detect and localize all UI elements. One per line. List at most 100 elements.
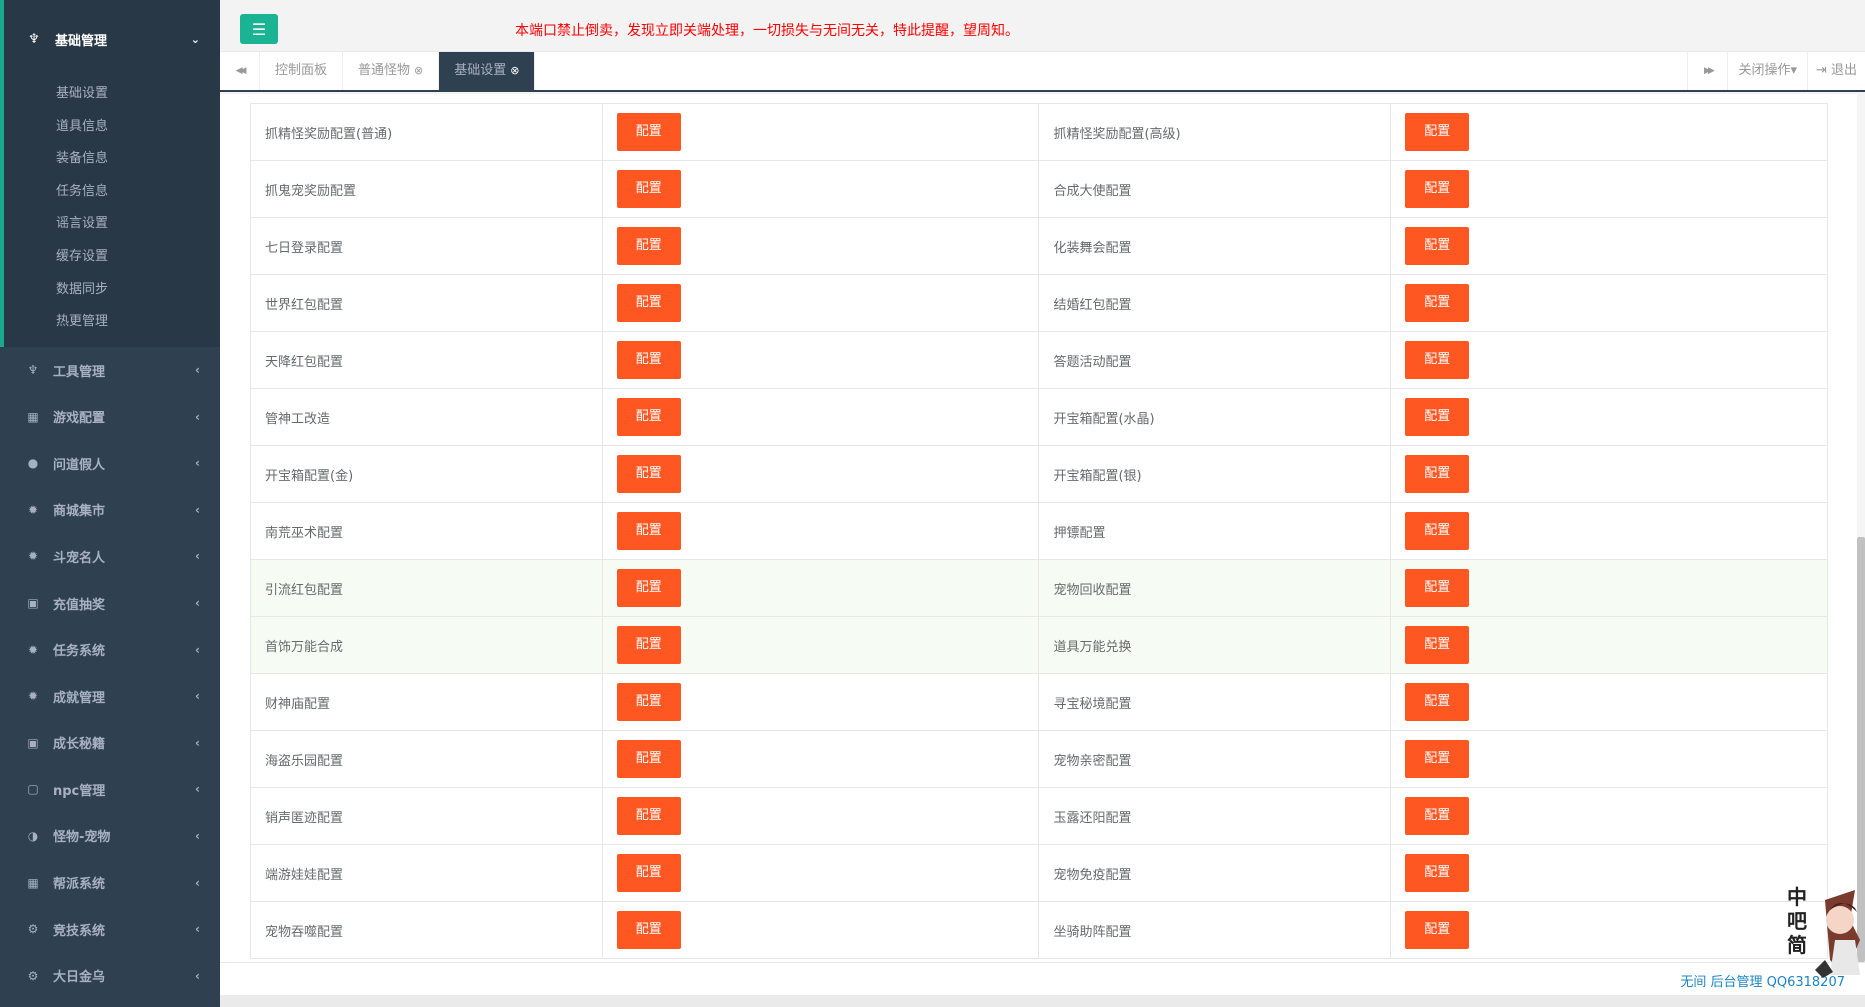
table-row: 引流红包配置 配置 宠物回收配置 配置 [250, 559, 1828, 617]
menu-toggle-button[interactable]: ☰ [240, 14, 278, 44]
money-icon: ▣ [27, 596, 39, 611]
table-row: 七日登录配置 配置 化装舞会配置 配置 [250, 217, 1828, 275]
config-action-cell: 配置 [1390, 844, 1828, 902]
submenu-item[interactable]: 热更管理 [4, 306, 220, 339]
nav-group-item[interactable]: ● 问道假人 ‹ [0, 440, 220, 487]
table-icon: ▦ [27, 875, 39, 890]
nav-group-item[interactable]: ▦ 游戏配置 ‹ [0, 393, 220, 440]
config-button[interactable]: 配置 [1405, 683, 1470, 721]
submenu-item[interactable]: 装备信息 [4, 143, 220, 176]
nav-group-item[interactable]: ▣ 成长秘籍 ‹ [0, 720, 220, 767]
nav-groups: ♆ 工具管理 ‹ ▦ 游戏配置 ‹ ● 问道假人 ‹ ✹ 商城集市 ‹ ✹ 斗宠名人 ‹ ▣ 充值抽奖 ‹ ✹ 任务系… [0, 347, 220, 1007]
nav-group-item[interactable]: ◑ 怪物-宠物 ‹ [0, 813, 220, 860]
chevron-left-icon: ‹ [195, 828, 200, 843]
config-button[interactable]: 配置 [616, 398, 681, 436]
nav-group-item[interactable]: ⚙ 竞技系统 ‹ [0, 906, 220, 953]
submenu-item[interactable]: 基础设置 [4, 78, 220, 111]
nav-group-item[interactable]: ⚙时装系统‹ [0, 999, 220, 1007]
config-button[interactable]: 配置 [1405, 626, 1470, 664]
submenu-item[interactable]: 数据同步 [4, 274, 220, 307]
nav-group-item[interactable]: ⚙ 大日金乌 ‹ [0, 952, 220, 999]
footer-strip [220, 995, 1865, 1007]
vertical-scrollbar[interactable] [1857, 92, 1865, 962]
config-name-cell: 寻宝秘境配置 [1038, 673, 1392, 731]
chevron-left-icon: ‹ [195, 735, 200, 750]
nav-group-item[interactable]: ✹ 任务系统 ‹ [0, 626, 220, 673]
cutlery-icon: ♆ [28, 31, 40, 47]
config-action-cell: 配置 [601, 160, 1040, 218]
config-button[interactable]: 配置 [1405, 911, 1470, 949]
nav-group-item[interactable]: ▢ npc管理 ‹ [0, 766, 220, 813]
table-row: 管神工改造 配置 开宝箱配置(水晶) 配置 [250, 388, 1828, 446]
nav-group-item[interactable]: ✹ 斗宠名人 ‹ [0, 533, 220, 580]
nav-group-label: 大日金乌 [53, 970, 106, 986]
config-button[interactable]: 配置 [616, 683, 681, 721]
config-name-cell: 南荒巫术配置 [250, 502, 603, 560]
config-button[interactable]: 配置 [1405, 227, 1470, 265]
config-button[interactable]: 配置 [616, 455, 681, 493]
config-button[interactable]: 配置 [616, 911, 681, 949]
config-button[interactable]: 配置 [1405, 341, 1470, 379]
config-button[interactable]: 配置 [1405, 797, 1470, 835]
submenu-item[interactable]: 道具信息 [4, 111, 220, 144]
tab-label: 普通怪物 [358, 63, 411, 78]
config-button[interactable]: 配置 [616, 170, 681, 208]
table-row: 开宝箱配置(金) 配置 开宝箱配置(银) 配置 [250, 445, 1828, 503]
tab-item[interactable]: 控制面板 [260, 52, 344, 90]
submenu-item[interactable]: 缓存设置 [4, 241, 220, 274]
config-button[interactable]: 配置 [616, 854, 681, 892]
config-button[interactable]: 配置 [1405, 398, 1470, 436]
tabs-next-button[interactable]: ▶▶ [1687, 52, 1727, 90]
chevron-left-icon: ‹ [195, 363, 200, 378]
config-button[interactable]: 配置 [616, 626, 681, 664]
tabs-prev-button[interactable]: ◀◀ [220, 52, 260, 90]
config-button[interactable]: 配置 [1405, 455, 1470, 493]
submenu-item[interactable]: 任务信息 [4, 176, 220, 209]
table-row: 财神庙配置 配置 寻宝秘境配置 配置 [250, 673, 1828, 731]
close-icon[interactable]: ⊗ [414, 64, 423, 77]
config-button[interactable]: 配置 [616, 797, 681, 835]
config-name-cell: 玉露还阳配置 [1038, 787, 1392, 845]
table-row: 天降红包配置 配置 答题活动配置 配置 [250, 331, 1828, 389]
config-button[interactable]: 配置 [1405, 569, 1470, 607]
tab-item[interactable]: 普通怪物 ⊗ [343, 52, 440, 90]
config-button[interactable]: 配置 [616, 569, 681, 607]
nav-group-label: 竞技系统 [53, 923, 106, 939]
config-button[interactable]: 配置 [1405, 740, 1470, 778]
nav-group-item[interactable]: ✹ 商城集市 ‹ [0, 487, 220, 534]
config-button[interactable]: 配置 [1405, 854, 1470, 892]
config-name-cell: 首饰万能合成 [250, 616, 603, 674]
config-action-cell: 配置 [1390, 787, 1828, 845]
nav-group-item[interactable]: ♆ 工具管理 ‹ [0, 347, 220, 394]
config-button[interactable]: 配置 [1405, 512, 1470, 550]
config-button[interactable]: 配置 [616, 227, 681, 265]
nav-group-item[interactable]: ✹ 成就管理 ‹ [0, 673, 220, 720]
config-name-cell: 化装舞会配置 [1038, 217, 1392, 275]
notice-text: 本端口禁止倒卖，发现立即关端处理，一切损失与无间无关，特此提醒，望周知。 [515, 23, 1019, 39]
nav-group-item[interactable]: ▣ 充值抽奖 ‹ [0, 580, 220, 627]
config-button[interactable]: 配置 [1405, 284, 1470, 322]
config-name-cell: 宠物免疫配置 [1038, 844, 1392, 902]
config-button[interactable]: 配置 [616, 512, 681, 550]
tab-label: 控制面板 [275, 63, 328, 78]
tab-item[interactable]: 基础设置 ⊗ [439, 52, 536, 90]
config-name-cell: 七日登录配置 [250, 217, 603, 275]
logout-button[interactable]: ⇥ 退出 [1806, 52, 1865, 90]
chevron-left-icon: ‹ [195, 409, 200, 424]
config-button[interactable]: 配置 [616, 740, 681, 778]
submenu-item[interactable]: 谣言设置 [4, 208, 220, 241]
config-name-cell: 抓鬼宠奖励配置 [250, 160, 603, 218]
config-name-cell: 开宝箱配置(水晶) [1038, 388, 1392, 446]
config-button[interactable]: 配置 [616, 284, 681, 322]
nav-group-basic-management[interactable]: ♆ 基础管理 ⌄ [4, 0, 220, 78]
nav-group-item[interactable]: ▦ 帮派系统 ‹ [0, 859, 220, 906]
config-button[interactable]: 配置 [616, 113, 681, 151]
close-icon[interactable]: ⊗ [510, 64, 519, 77]
config-button[interactable]: 配置 [616, 341, 681, 379]
table-row: 世界红包配置 配置 结婚红包配置 配置 [250, 274, 1828, 332]
nav-group-label: 游戏配置 [53, 411, 106, 427]
config-button[interactable]: 配置 [1405, 170, 1470, 208]
gear-icon: ✹ [27, 549, 39, 564]
close-operations-dropdown[interactable]: 关闭操作▾ [1727, 52, 1807, 90]
config-button[interactable]: 配置 [1405, 113, 1470, 151]
